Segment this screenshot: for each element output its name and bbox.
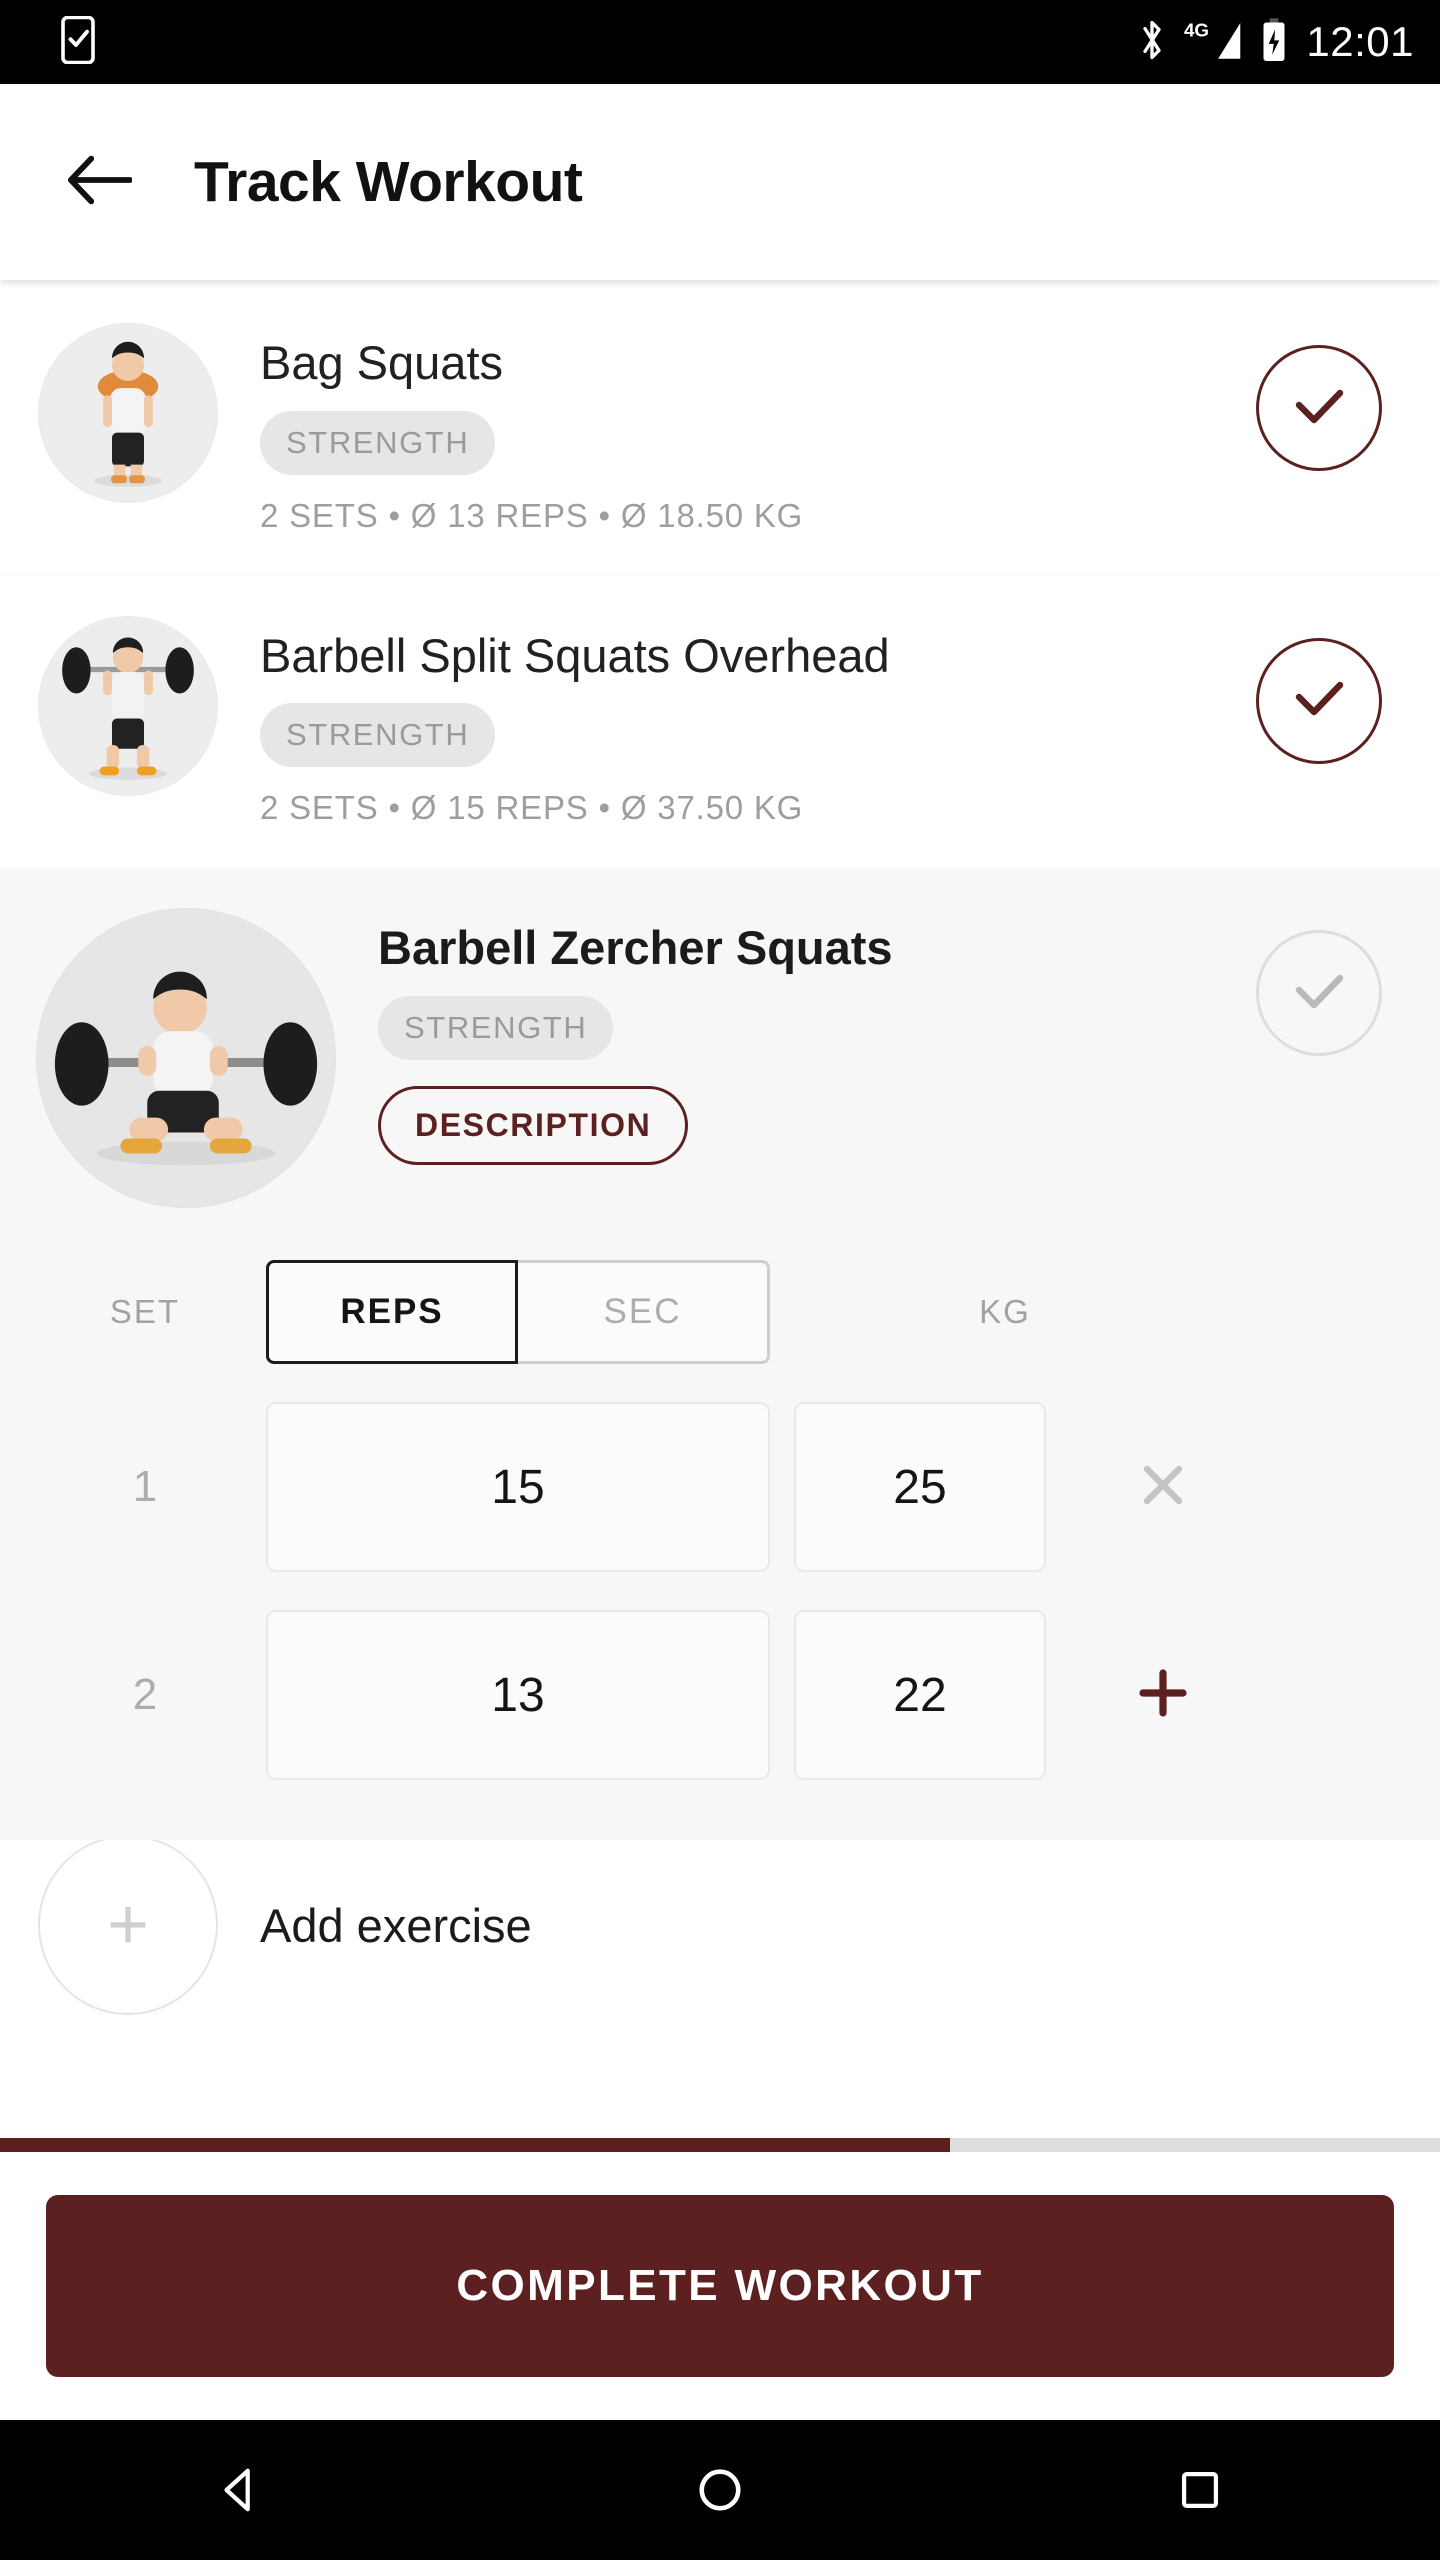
phone-check-icon [60,15,96,69]
exercise-category-badge: STRENGTH [260,410,496,475]
set-number: 2 [132,1670,158,1720]
exercise-card[interactable]: Barbell Split Squats Overhead STRENGTH 2… [0,574,1440,868]
set-row: 1 15 25 [0,1402,1440,1573]
set-number: 1 [132,1462,158,1512]
add-set-button[interactable] [1046,1665,1380,1726]
exercise-complete-toggle[interactable] [1256,930,1382,1057]
reps-input[interactable]: 15 [266,1402,770,1573]
workout-progress-bar [0,2138,1440,2152]
system-navigation-bar [0,2420,1440,2560]
exercise-thumbnail [38,615,218,796]
plus-icon [1135,1665,1191,1726]
column-header-kg: KG [979,1293,1031,1331]
exercise-thumbnail [38,323,218,503]
battery-charging-icon [1260,17,1288,68]
bottom-action-bar: COMPLETE WORKOUT [0,2152,1440,2420]
plus-icon: + [38,1835,218,2016]
svg-text:4G: 4G [1184,19,1209,40]
weight-input[interactable]: 25 [794,1402,1046,1573]
check-icon [1289,968,1349,1019]
exercise-category-badge: STRENGTH [378,996,614,1061]
add-exercise-row[interactable]: + Add exercise [0,1835,1440,2016]
arrow-left-icon [66,154,133,211]
exercise-list[interactable]: Bag Squats STRENGTH 2 SETS • Ø 13 REPS •… [0,283,1440,2138]
sets-table-header: SET REPS SEC KG [0,1260,1440,1365]
complete-workout-button[interactable]: COMPLETE WORKOUT [46,2195,1394,2377]
status-bar-right: 4G 12:01 [1138,17,1414,68]
exercise-name: Barbell Split Squats Overhead [260,628,890,682]
weight-input[interactable]: 22 [794,1610,1046,1781]
signal-4g-icon: 4G [1184,17,1242,68]
sets-table: SET REPS SEC KG 1 15 25 2 13 22 [0,1208,1440,1840]
exercise-category-badge: STRENGTH [260,703,496,768]
exercise-info: Bag Squats STRENGTH 2 SETS • Ø 13 REPS •… [218,323,1256,535]
check-icon [1289,383,1349,434]
check-icon [1289,675,1349,726]
close-icon [1135,1457,1191,1518]
exercise-name: Barbell Zercher Squats [378,921,893,975]
app-screen: 4G 12:01 Track Workout Bag Squats STRENG… [0,0,1440,2560]
exercise-name: Bag Squats [260,336,504,389]
unit-toggle[interactable]: REPS SEC [266,1260,770,1365]
remove-set-button[interactable] [1046,1457,1380,1518]
description-button[interactable]: DESCRIPTION [378,1086,689,1166]
page-title: Track Workout [194,150,583,214]
status-bar-clock: 12:01 [1306,18,1414,65]
tab-sec[interactable]: SEC [518,1260,770,1365]
tab-reps[interactable]: REPS [266,1260,518,1365]
nav-recents-icon[interactable] [1120,2420,1280,2560]
exercise-summary: 2 SETS • Ø 15 REPS • Ø 37.50 KG [260,789,804,827]
reps-input[interactable]: 13 [266,1610,770,1781]
bluetooth-icon [1138,17,1166,68]
add-exercise-label: Add exercise [260,1898,532,1952]
exercise-complete-toggle[interactable] [1256,637,1382,764]
exercise-thumbnail [36,908,336,1209]
exercise-summary: 2 SETS • Ø 13 REPS • Ø 18.50 KG [260,496,804,534]
app-bar: Track Workout [0,84,1440,280]
exercise-info: Barbell Split Squats Overhead STRENGTH 2… [218,616,1256,828]
expanded-exercise-header: Barbell Zercher Squats STRENGTH DESCRIPT… [0,908,1440,1209]
status-bar-left [60,15,96,69]
status-bar: 4G 12:01 [0,0,1440,84]
workout-progress-fill [0,2138,951,2152]
set-row: 2 13 22 [0,1610,1440,1781]
column-header-set: SET [109,1293,181,1331]
nav-home-icon[interactable] [640,2420,800,2560]
expanded-exercise-card[interactable]: Barbell Zercher Squats STRENGTH DESCRIPT… [0,867,1440,1841]
nav-back-icon[interactable] [160,2420,320,2560]
back-button[interactable] [44,127,154,237]
exercise-card[interactable]: Bag Squats STRENGTH 2 SETS • Ø 13 REPS •… [0,283,1440,575]
exercise-info: Barbell Zercher Squats STRENGTH DESCRIPT… [336,908,1256,1166]
exercise-complete-toggle[interactable] [1256,345,1382,471]
